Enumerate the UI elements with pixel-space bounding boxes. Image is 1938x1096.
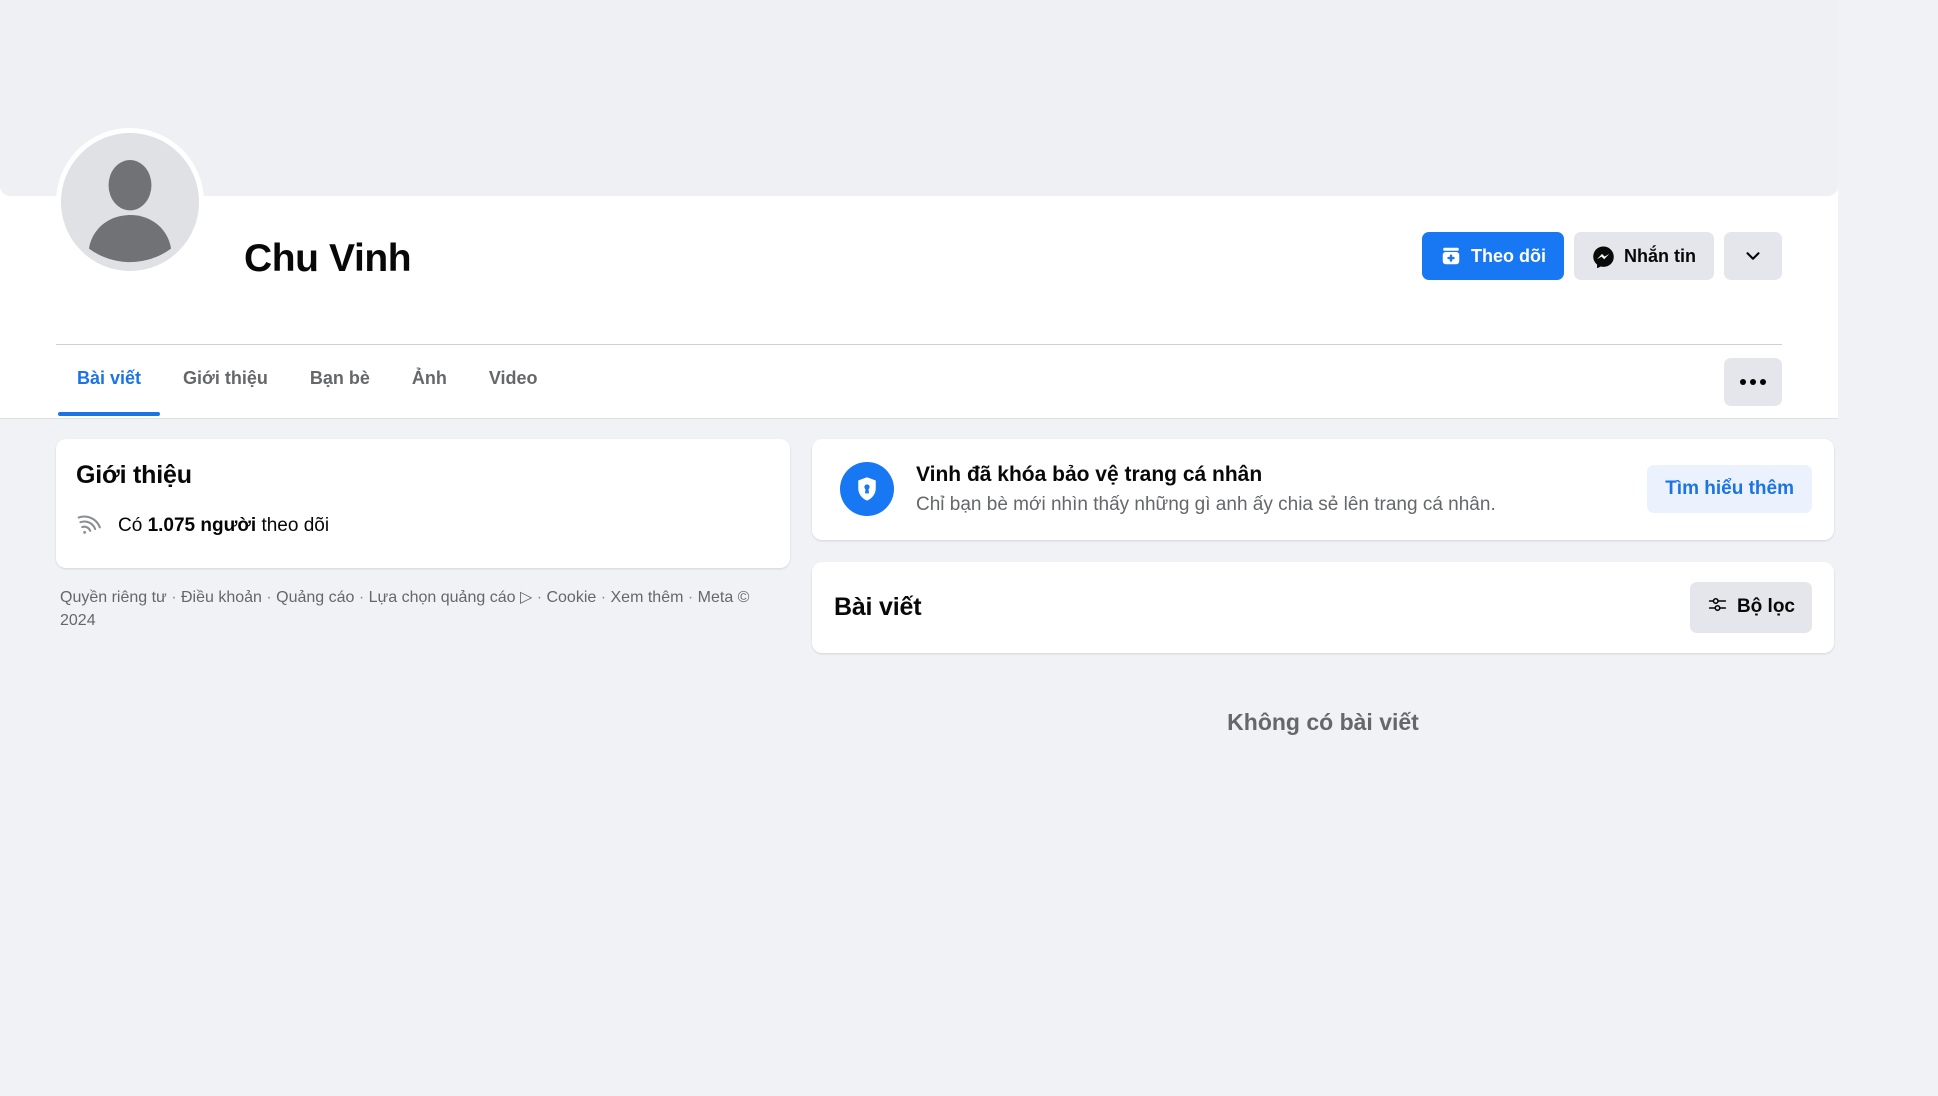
tab-videos[interactable]: Video <box>470 351 557 407</box>
tune-sliders-icon <box>1707 594 1728 621</box>
profile-content: Giới thiệu Có 1.075 người theo dõi Quyền… <box>0 419 1838 736</box>
ad-choices-icon: ▷ <box>519 589 533 606</box>
lock-notice-description: Chỉ bạn bè mới nhìn thấy những gì anh ấy… <box>916 494 1496 516</box>
footer-link-advertising[interactable]: Quảng cáo <box>276 589 354 606</box>
ellipsis-icon <box>1740 379 1766 385</box>
tab-about[interactable]: Giới thiệu <box>164 351 287 407</box>
tab-photos[interactable]: Ảnh <box>393 351 466 407</box>
posts-section-title: Bài viết <box>834 592 922 621</box>
rss-followers-icon <box>76 510 102 542</box>
follow-button[interactable]: Theo dõi <box>1422 232 1564 280</box>
profile-header: Chu Vinh Theo dõi Nhắn tin Bài viết Giới… <box>0 0 1838 419</box>
tab-about-label: Giới thiệu <box>183 368 268 388</box>
filter-button[interactable]: Bộ lọc <box>1689 581 1812 633</box>
intro-card-title: Giới thiệu <box>76 461 192 489</box>
profile-more-dropdown-button[interactable] <box>1724 232 1782 280</box>
posts-empty-state: Không có bài viết <box>1227 708 1419 735</box>
footer-link-privacy[interactable]: Quyền riêng tư <box>60 589 167 606</box>
followers-prefix: Có <box>118 515 148 536</box>
footer-link-ad-choices[interactable]: Lựa chọn quảng cáo <box>369 589 516 606</box>
profile-lock-notice-card: Vinh đã khóa bảo vệ trang cá nhân Chỉ bạ… <box>812 439 1834 540</box>
followers-count: 1.075 người <box>147 515 257 536</box>
tab-friends[interactable]: Bạn bè <box>291 351 389 407</box>
message-button[interactable]: Nhắn tin <box>1574 232 1714 280</box>
footer-links: Quyền riêng tư · Điều khoản · Quảng cáo … <box>60 589 750 630</box>
profile-tabs: Bài viết Giới thiệu Bạn bè Ảnh Video <box>56 345 559 419</box>
followers-suffix: theo dõi <box>256 515 330 536</box>
profile-tabs-bar: Bài viết Giới thiệu Bạn bè Ảnh Video <box>56 344 1782 418</box>
tab-posts[interactable]: Bài viết <box>58 351 161 416</box>
followers-row: Có 1.075 người theo dõi <box>76 510 770 542</box>
tab-friends-label: Bạn bè <box>309 368 370 388</box>
identity-row: Chu Vinh Theo dõi Nhắn tin <box>0 128 1838 344</box>
avatar[interactable] <box>56 128 204 276</box>
learn-more-button[interactable]: Tìm hiểu thêm <box>1647 465 1812 514</box>
left-column: Giới thiệu Có 1.075 người theo dõi Quyền… <box>56 439 790 632</box>
lock-notice-title: Vinh đã khóa bảo vệ trang cá nhân <box>916 463 1263 486</box>
cover-photo[interactable] <box>0 0 1838 196</box>
name-block: Chu Vinh <box>244 196 412 281</box>
tab-photos-label: Ảnh <box>411 368 447 388</box>
filter-button-label: Bộ lọc <box>1736 596 1795 618</box>
lock-notice-text: Vinh đã khóa bảo vệ trang cá nhân Chỉ bạ… <box>916 461 1625 518</box>
follow-button-label: Theo dõi <box>1471 245 1546 266</box>
tabs-more-button[interactable] <box>1724 358 1782 406</box>
posts-header-card: Bài viết Bộ lọc <box>812 561 1834 653</box>
shield-lock-icon <box>840 462 894 517</box>
follow-plus-icon <box>1440 245 1462 267</box>
tab-posts-label: Bài viết <box>77 368 142 388</box>
chevron-down-icon <box>1743 246 1763 266</box>
footer-link-cookies[interactable]: Cookie <box>546 589 596 606</box>
default-user-avatar-icon <box>61 133 199 271</box>
messenger-icon <box>1592 245 1615 268</box>
footer-link-terms[interactable]: Điều khoản <box>181 589 262 606</box>
right-column: Vinh đã khóa bảo vệ trang cá nhân Chỉ bạ… <box>812 439 1834 736</box>
tab-videos-label: Video <box>488 368 538 388</box>
intro-card: Giới thiệu Có 1.075 người theo dõi <box>56 439 790 568</box>
followers-text: Có 1.075 người theo dõi <box>118 515 329 537</box>
profile-action-buttons: Theo dõi Nhắn tin <box>1422 232 1782 280</box>
page-title: Chu Vinh <box>244 237 412 280</box>
footer-link-more[interactable]: Xem thêm <box>611 589 684 606</box>
message-button-label: Nhắn tin <box>1624 245 1696 266</box>
